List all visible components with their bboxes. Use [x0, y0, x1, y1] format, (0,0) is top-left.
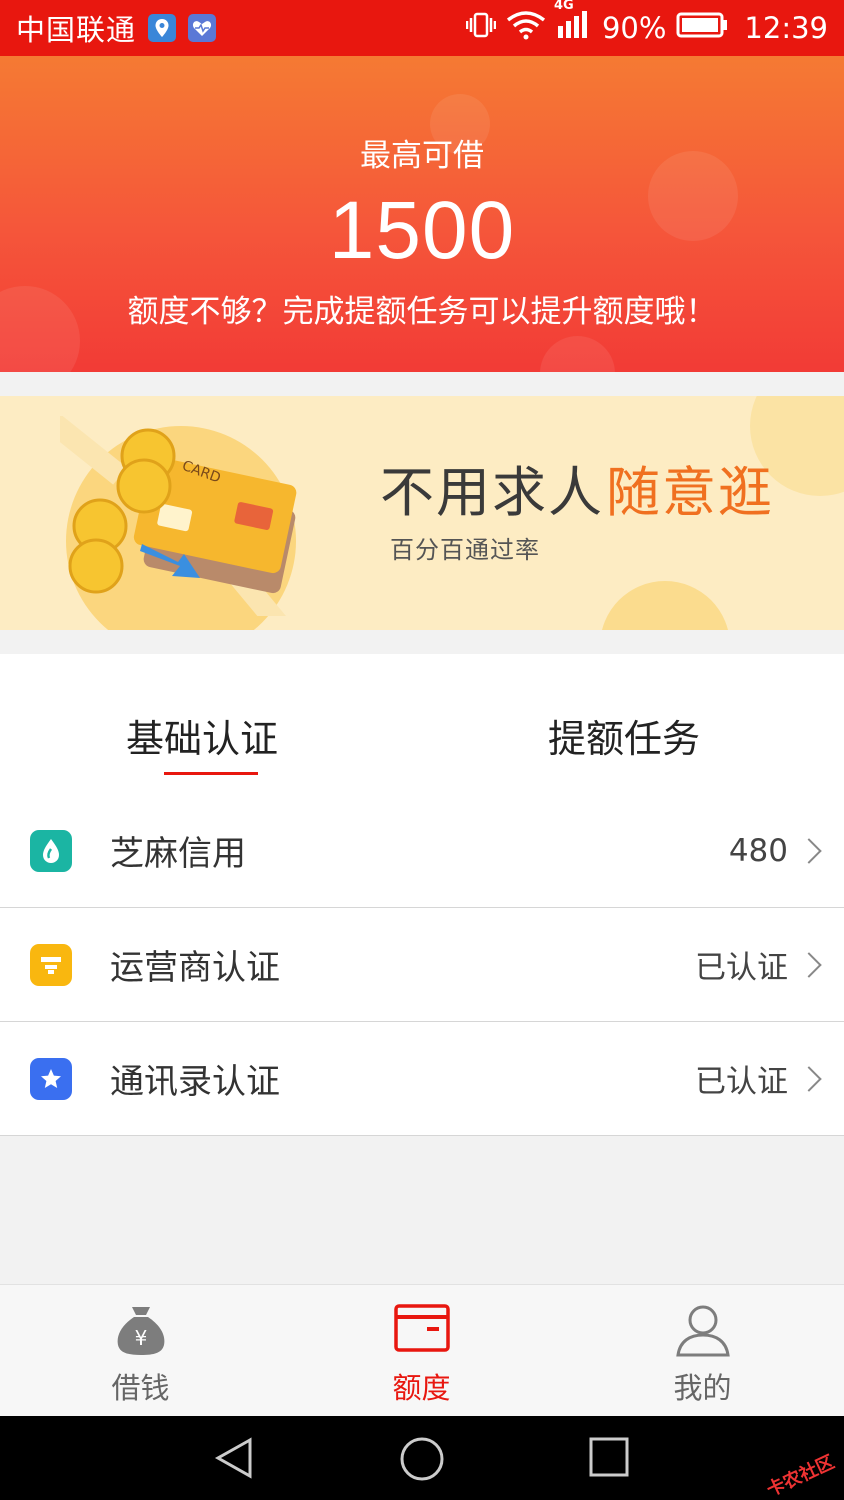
credit-limit-header: 最高可借 1500 额度不够？完成提额任务可以提升额度哦！: [0, 56, 844, 372]
carrier-name: 中国联通: [16, 13, 137, 47]
location-app-icon: [148, 14, 177, 42]
back-icon[interactable]: [212, 1436, 256, 1480]
list-item-label: 芝麻信用: [110, 834, 246, 874]
wifi-icon: [506, 10, 546, 47]
list-item-value: 已认证: [695, 1064, 788, 1100]
banner-slogan-main: 不用求人: [380, 461, 604, 524]
list-item-value: 已认证: [695, 950, 788, 986]
chevron-right-icon: [796, 1065, 822, 1092]
banner-subtitle: 百分百通过率: [390, 536, 540, 564]
svg-text:¥: ¥: [134, 1326, 147, 1350]
health-app-icon: [188, 14, 217, 42]
nav-credit-limit[interactable]: 额度: [281, 1285, 562, 1417]
contacts-star-icon: [30, 1057, 72, 1100]
nav-borrow[interactable]: ¥ 借钱: [0, 1285, 281, 1417]
promo-banner[interactable]: CARD 不用求人 随意逛 百分百通过率: [0, 396, 844, 630]
active-tab-indicator: [164, 772, 258, 775]
list-item-label: 运营商认证: [110, 948, 280, 988]
nav-label: 我的: [673, 1371, 732, 1405]
tab-basic-verification[interactable]: 基础认证: [126, 708, 278, 763]
sesame-credit-icon: [30, 829, 72, 872]
list-item-contacts-auth[interactable]: 通讯录认证 已认证: [0, 1022, 844, 1136]
recents-icon[interactable]: [588, 1436, 630, 1478]
chevron-right-icon: [796, 951, 822, 978]
list-item-sesame-credit[interactable]: 芝麻信用 480: [0, 794, 844, 908]
max-borrow-amount: 1500: [328, 185, 516, 276]
max-borrow-title: 最高可借: [360, 138, 484, 174]
battery-icon: [676, 11, 728, 46]
home-icon[interactable]: [399, 1436, 445, 1482]
user-profile-icon: [675, 1305, 730, 1357]
coins-and-card-illustration: CARD: [13, 396, 320, 630]
clock: 12:39: [744, 11, 828, 45]
limit-increase-hint: 额度不够？完成提额任务可以提升额度哦！: [127, 294, 717, 330]
system-navigation-bar: 卡农社区: [0, 1416, 844, 1500]
bottom-navigation: ¥ 借钱 额度 我的: [0, 1284, 844, 1416]
list-item-label: 通讯录认证: [110, 1062, 280, 1102]
status-bar: 中国联通 4G 90% 12:39: [0, 0, 844, 56]
watermark: 卡农社区: [763, 1451, 838, 1500]
battery-percent: 90%: [601, 11, 667, 45]
banner-slogan-accent: 随意逛: [606, 461, 774, 524]
tab-bar: 基础认证 提额任务: [0, 654, 844, 794]
nav-label: 额度: [392, 1371, 451, 1405]
vibrate-icon: [465, 11, 497, 46]
money-bag-icon: ¥: [117, 1307, 164, 1355]
credit-card-icon: [393, 1304, 450, 1352]
cell-signal-icon: 4G: [554, 0, 592, 47]
tab-limit-tasks[interactable]: 提额任务: [548, 708, 700, 763]
network-type: 4G: [553, 0, 574, 13]
verification-panel: 基础认证 提额任务 芝麻信用 480 运营商认证 已认证 通讯录认证 已认证: [0, 654, 844, 1136]
nav-profile[interactable]: 我的: [562, 1285, 843, 1417]
carrier-auth-icon: [30, 943, 72, 986]
chevron-right-icon: [796, 837, 822, 864]
nav-label: 借钱: [111, 1371, 170, 1405]
list-item-carrier-auth[interactable]: 运营商认证 已认证: [0, 908, 844, 1022]
list-item-value: 480: [728, 832, 788, 869]
